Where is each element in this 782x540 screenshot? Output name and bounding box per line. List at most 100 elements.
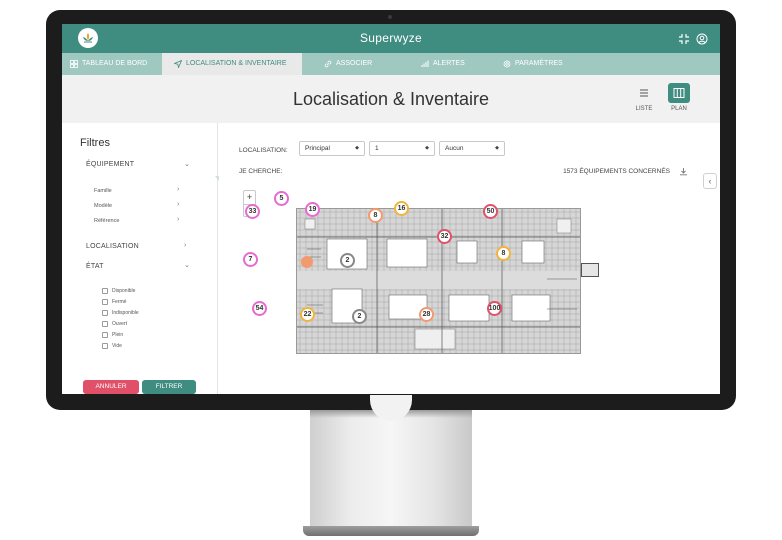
marker-count: 33 xyxy=(248,208,257,215)
equipment-cluster-marker[interactable]: 16 xyxy=(394,201,409,216)
marker-count: 16 xyxy=(397,205,406,212)
equipment-cluster-marker[interactable]: 19 xyxy=(305,202,320,217)
view-plan-button[interactable]: PLAN xyxy=(665,83,693,117)
state-option[interactable]: Plein xyxy=(102,332,123,338)
select-caret-icon: ◆ xyxy=(355,145,359,151)
equipment-cluster-marker[interactable]: 5 xyxy=(274,191,289,206)
filter-equipment-header[interactable]: ÉQUIPEMENT xyxy=(86,161,134,168)
equipment-cluster-marker[interactable]: 50 xyxy=(483,204,498,219)
zone-select-value: Aucun xyxy=(445,145,464,152)
equipment-point-marker[interactable] xyxy=(301,256,313,268)
view-list-button[interactable]: LISTE xyxy=(630,83,658,117)
marker-count: 19 xyxy=(308,206,317,213)
equipment-cluster-marker[interactable]: 28 xyxy=(419,307,434,322)
main-nav: TABLEAU DE BORD LOCALISATION & INVENTAIR… xyxy=(62,53,720,75)
equipment-cluster-marker[interactable]: 100 xyxy=(487,301,502,316)
tab-location-label: LOCALISATION & INVENTAIRE xyxy=(186,60,287,67)
filter-location-header[interactable]: LOCALISATION xyxy=(86,243,139,250)
equipment-cluster-marker[interactable]: 33 xyxy=(245,204,260,219)
plan-panel: LOCALISATION: Principal ◆ 1 ◆ Aucun ◆ JE CH… xyxy=(219,123,720,394)
page-header: Localisation & Inventaire LISTE PLAN xyxy=(62,75,720,123)
camera-dot xyxy=(388,15,392,19)
checkbox[interactable] xyxy=(102,343,108,349)
location-label: LOCALISATION: xyxy=(239,147,288,154)
cancel-button[interactable]: ANNULER xyxy=(83,380,139,394)
state-option-label: Plein xyxy=(112,332,124,338)
tab-settings[interactable]: PARAMÈTRES xyxy=(485,53,595,75)
state-option[interactable]: Ouvert xyxy=(102,321,127,327)
marker-count: 8 xyxy=(501,250,506,257)
chevron-down-icon[interactable]: ⌄ xyxy=(184,261,190,269)
marker-count: 22 xyxy=(303,311,312,318)
equipment-cluster-marker[interactable]: 7 xyxy=(243,252,258,267)
equipment-cluster-marker[interactable]: 2 xyxy=(352,309,367,324)
equipment-cluster-marker[interactable]: 54 xyxy=(252,301,267,316)
tab-location-inventory[interactable]: LOCALISATION & INVENTAIRE xyxy=(162,53,302,75)
chevron-down-icon[interactable]: ⌄ xyxy=(184,160,190,168)
chevron-left-icon: ‹ xyxy=(708,176,712,186)
state-option-label: Indisponible xyxy=(112,310,139,316)
fullscreen-icon[interactable] xyxy=(678,32,690,44)
site-select[interactable]: Principal ◆ xyxy=(299,141,365,156)
map-columns-icon xyxy=(668,83,690,103)
state-option-label: Fermé xyxy=(112,299,127,305)
marker-count: 50 xyxy=(486,208,495,215)
user-icon[interactable] xyxy=(696,32,708,45)
zone-select[interactable]: Aucun ◆ xyxy=(439,141,505,156)
tab-associate[interactable]: ASSOCIER xyxy=(302,53,397,75)
zoom-in-button[interactable]: + xyxy=(244,191,255,204)
chevron-right-icon[interactable]: › xyxy=(184,242,186,249)
marker-count: 7 xyxy=(248,256,253,263)
state-option-label: Ouvert xyxy=(112,321,128,327)
search-label: JE CHERCHE: xyxy=(239,168,283,175)
link-icon xyxy=(324,60,332,68)
equipment-cluster-marker[interactable]: 8 xyxy=(368,208,383,223)
tab-alerts-label: ALERTES xyxy=(433,60,465,67)
list-icon xyxy=(633,83,655,103)
checkbox[interactable] xyxy=(102,310,108,316)
checkbox[interactable] xyxy=(102,299,108,305)
marker-count: 5 xyxy=(279,195,284,202)
chevron-right-icon[interactable]: › xyxy=(177,201,179,208)
marker-count: 2 xyxy=(345,257,350,264)
download-icon[interactable] xyxy=(679,167,688,176)
app-header: Superwyze xyxy=(62,24,720,53)
equipment-cluster-marker[interactable]: 32 xyxy=(437,229,452,244)
marker-count: 28 xyxy=(422,311,431,318)
marker-count: 100 xyxy=(488,305,501,312)
state-option[interactable]: Vide xyxy=(102,343,122,349)
select-caret-icon: ◆ xyxy=(495,145,499,151)
state-option-label: Vide xyxy=(112,343,122,349)
floor-plan[interactable] xyxy=(296,208,581,354)
app-screen: Superwyze TABLEAU DE BORD LOCALISATION &… xyxy=(62,24,720,394)
chevron-right-icon[interactable]: › xyxy=(177,186,179,193)
tab-dashboard[interactable]: TABLEAU DE BORD xyxy=(62,53,162,75)
state-option[interactable]: Disponible xyxy=(102,288,135,294)
select-caret-icon: ◆ xyxy=(425,145,429,151)
page-title: Localisation & Inventaire xyxy=(292,89,490,109)
filter-reference[interactable]: Référence xyxy=(94,218,119,224)
tab-dashboard-label: TABLEAU DE BORD xyxy=(82,60,148,67)
collapse-panel-button[interactable]: ‹ xyxy=(703,173,717,189)
filters-title: Filtres xyxy=(80,137,110,149)
equipment-cluster-marker[interactable]: 22 xyxy=(300,307,315,322)
filter-state-header[interactable]: ÉTAT xyxy=(86,263,104,270)
filter-model[interactable]: Modèle xyxy=(94,203,112,209)
tab-settings-label: PARAMÈTRES xyxy=(515,60,563,67)
equipment-cluster-marker[interactable]: 2 xyxy=(340,253,355,268)
checkbox[interactable] xyxy=(102,332,108,338)
state-option-label: Disponible xyxy=(112,288,136,294)
floor-select[interactable]: 1 ◆ xyxy=(369,141,435,156)
view-list-label: LISTE xyxy=(635,106,653,112)
checkbox[interactable] xyxy=(102,321,108,327)
state-option[interactable]: Indisponible xyxy=(102,310,139,316)
marker-count: 32 xyxy=(440,233,449,240)
state-option[interactable]: Fermé xyxy=(102,299,126,305)
equipment-count: 1573 ÉQUIPEMENTS CONCERNÉS xyxy=(563,168,670,175)
equipment-cluster-marker[interactable]: 8 xyxy=(496,246,511,261)
filter-family[interactable]: Famille xyxy=(94,188,112,194)
filter-button[interactable]: FILTRER xyxy=(142,380,196,394)
tab-alerts[interactable]: ALERTES xyxy=(397,53,485,75)
checkbox[interactable] xyxy=(102,288,108,294)
chevron-right-icon[interactable]: › xyxy=(177,216,179,223)
